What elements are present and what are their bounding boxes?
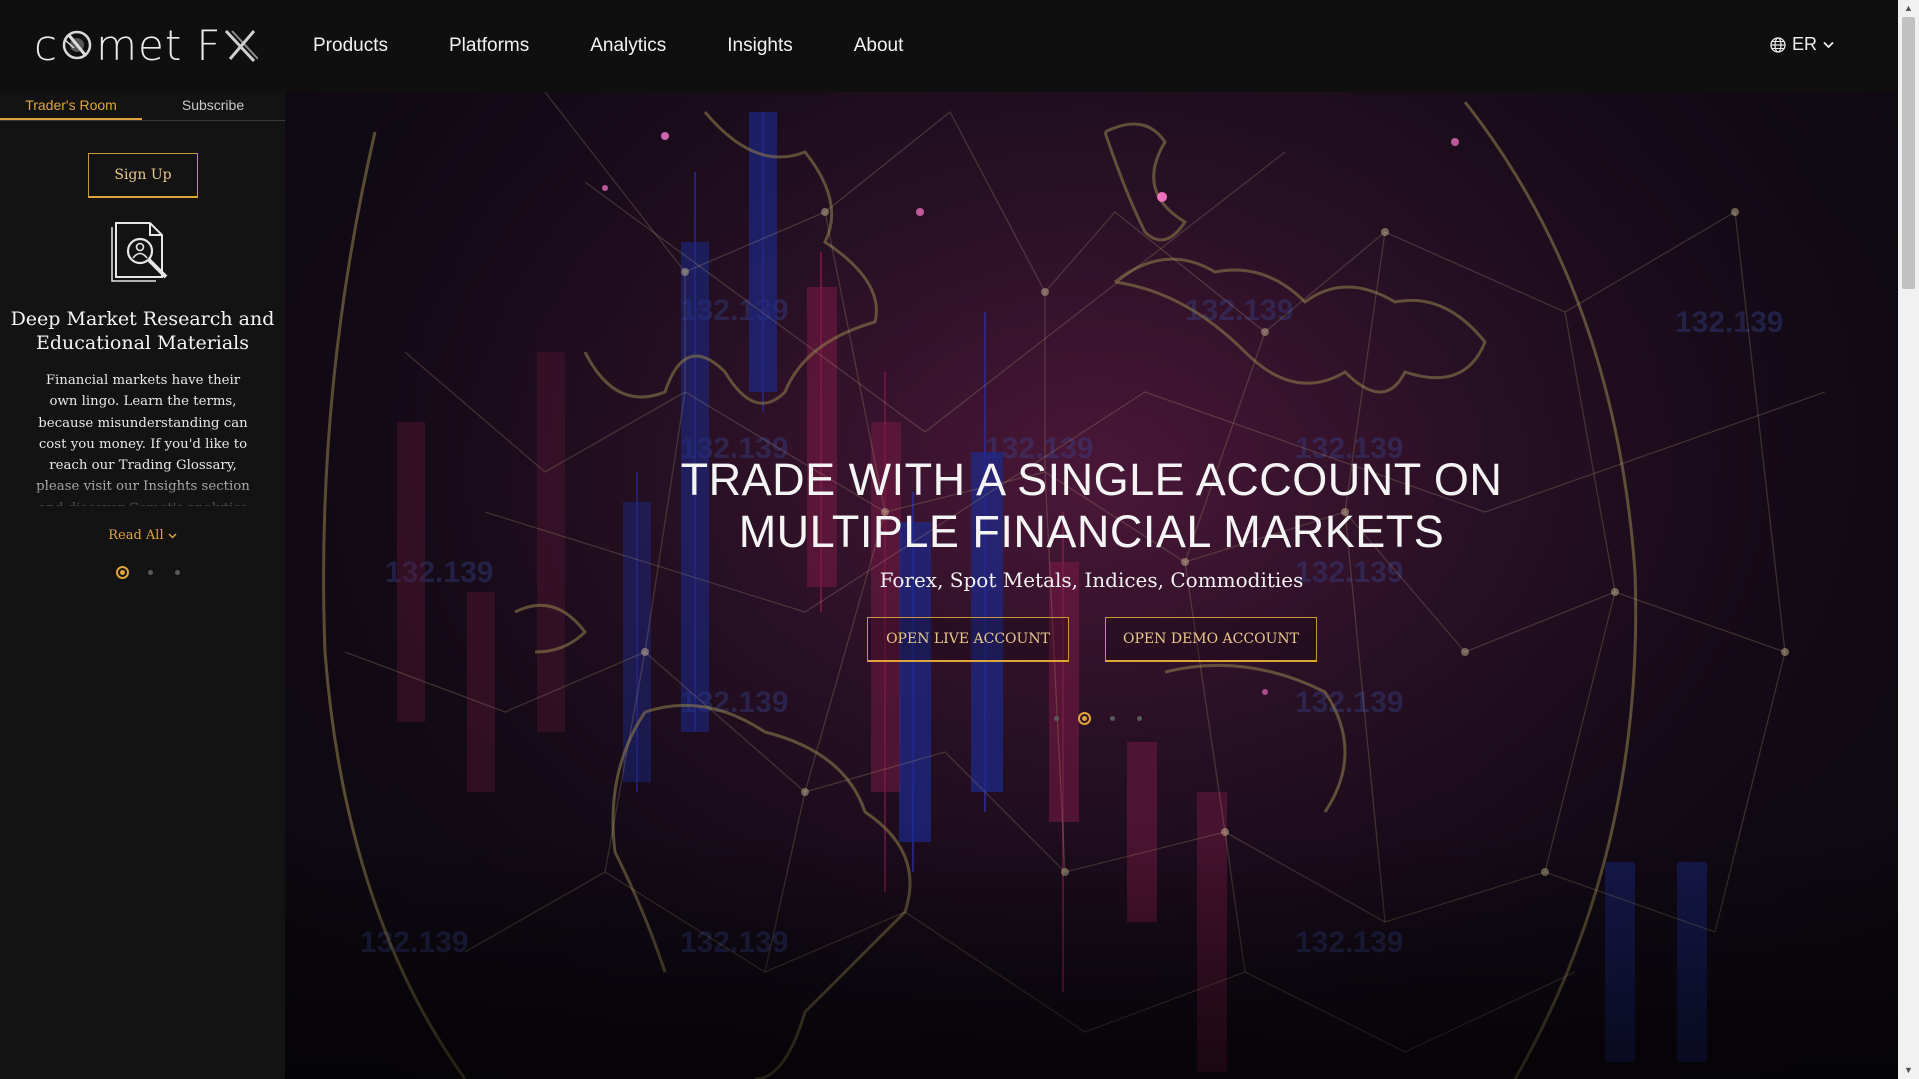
comet-fx-logo[interactable]: c met F [34, 20, 258, 70]
read-all-label: Read All [108, 528, 164, 543]
nav-insights[interactable]: Insights [727, 35, 792, 57]
logo-text-c: c [34, 20, 59, 70]
sign-up-button[interactable]: Sign Up [88, 153, 198, 198]
logo-text-met: met [96, 20, 183, 70]
nav-products[interactable]: Products [313, 35, 388, 57]
chevron-down-icon [168, 533, 177, 539]
hero-dot-3[interactable] [1110, 716, 1115, 721]
nav-about[interactable]: About [854, 35, 904, 57]
language-selector[interactable]: ER [1770, 34, 1840, 55]
main-nav: Products Platforms Analytics Insights Ab… [313, 0, 964, 92]
scroll-down-arrow-icon[interactable]: ▼ [1898, 1062, 1919, 1079]
carousel-dot-1[interactable] [116, 566, 129, 579]
hero-subtitle: Forex, Spot Metals, Indices, Commodities [879, 568, 1304, 592]
sidebar-tabs: Trader's Room Subscribe [0, 92, 285, 121]
scroll-up-arrow-icon[interactable]: ▲ [1898, 0, 1919, 17]
hero-title-line-1: TRADE WITH A SINGLE ACCOUNT ON [680, 454, 1503, 505]
hero-dot-4[interactable] [1137, 716, 1142, 721]
document-search-icon [111, 222, 168, 282]
text-fade-overlay [20, 472, 265, 512]
read-all-link[interactable]: Read All [0, 528, 285, 543]
scrollbar-thumb[interactable] [1902, 17, 1915, 289]
logo-x-icon [224, 29, 258, 63]
hero-banner: 132.139132.139 132.139132.139132.139 132… [285, 92, 1898, 1079]
sidebar-title: Deep Market Research and Educational Mat… [10, 308, 275, 354]
hero-dot-2[interactable] [1078, 712, 1091, 725]
tab-subscribe[interactable]: Subscribe [142, 92, 284, 120]
sidebar-carousel-dots [108, 566, 191, 579]
hero-title-line-2: MULTIPLE FINANCIAL MARKETS [738, 506, 1445, 557]
nav-analytics[interactable]: Analytics [590, 35, 666, 57]
logo-text-f: F [196, 20, 222, 70]
page-scrollbar[interactable]: ▲ ▼ [1898, 0, 1919, 1079]
nav-platforms[interactable]: Platforms [449, 35, 529, 57]
carousel-dot-3[interactable] [175, 570, 180, 575]
hero-dot-1[interactable] [1054, 716, 1059, 721]
chevron-down-icon [1823, 41, 1834, 48]
hero-title: TRADE WITH A SINGLE ACCOUNT ON MULTIPLE … [285, 454, 1898, 558]
tab-traders-room[interactable]: Trader's Room [0, 92, 142, 120]
traders-room-sidebar: Trader's Room Subscribe Sign Up Deep Mar… [0, 92, 285, 1079]
carousel-dot-2[interactable] [148, 570, 153, 575]
logo-eye-icon [62, 30, 92, 60]
globe-icon [1770, 36, 1786, 53]
top-navigation-bar: c met F Products Platforms Analytics Ins… [0, 0, 1898, 92]
open-demo-account-button[interactable]: OPEN DEMO ACCOUNT [1105, 617, 1317, 662]
hero-carousel-dots [1043, 712, 1153, 725]
open-live-account-button[interactable]: OPEN LIVE ACCOUNT [867, 617, 1069, 662]
language-label: ER [1791, 34, 1817, 54]
